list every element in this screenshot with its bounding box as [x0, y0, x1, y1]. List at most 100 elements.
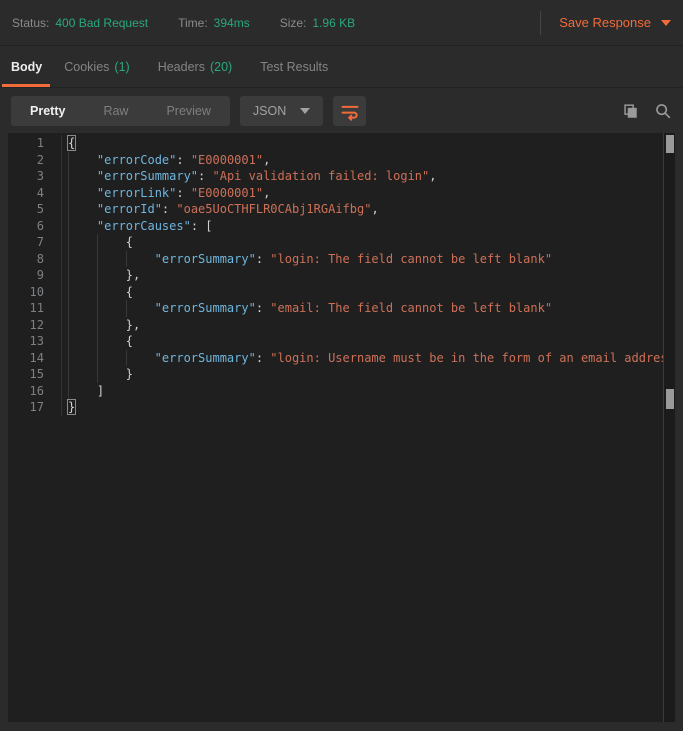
code-line: 2 "errorCode": "E0000001", — [8, 152, 675, 169]
tab-headers[interactable]: Headers(20) — [144, 46, 246, 87]
indent-guide — [126, 300, 155, 317]
line-number: 11 — [8, 300, 62, 317]
json-string: "login: Username must be in the form of … — [270, 351, 675, 365]
indent-guide — [97, 317, 126, 334]
line-number: 14 — [8, 350, 62, 367]
line-number: 15 — [8, 366, 62, 383]
view-mode-switcher: PrettyRawPreview — [11, 96, 230, 126]
json-key: "errorSummary" — [97, 169, 198, 183]
time-value: 394ms — [214, 16, 250, 30]
code-line: 8"errorSummary": "login: The field canno… — [8, 251, 675, 268]
json-string: "Api validation failed: login" — [213, 169, 430, 183]
json-string: "E0000001" — [191, 153, 263, 167]
copy-icon[interactable] — [621, 102, 639, 120]
code-line-content: "errorSummary": "login: Username must be… — [62, 350, 675, 367]
line-number: 12 — [8, 317, 62, 334]
code-line-content: { — [62, 333, 133, 350]
code-line-content: "errorId": "oae5UoCTHFLR0CAbj1RGAifbg", — [62, 201, 379, 218]
language-select[interactable]: JSON — [240, 96, 323, 126]
indent-guide — [97, 366, 126, 383]
code-line: 10{ — [8, 284, 675, 301]
code-line-content: }, — [62, 267, 140, 284]
indent-guide — [68, 333, 97, 350]
code-line: 7{ — [8, 234, 675, 251]
code-line-content: "errorLink": "E0000001", — [62, 185, 270, 202]
tab-test-results[interactable]: Test Results — [246, 46, 342, 87]
code-line-content: "errorSummary": "email: The field cannot… — [62, 300, 552, 317]
vertical-divider — [540, 11, 541, 35]
editor-scrollbar[interactable] — [663, 133, 675, 722]
indent-guide — [68, 317, 97, 334]
overview-marker-bottom — [666, 389, 674, 409]
code-line-content: }, — [62, 317, 140, 334]
indent-guide — [97, 251, 126, 268]
view-mode-pretty[interactable]: Pretty — [11, 96, 84, 126]
code-line: 13{ — [8, 333, 675, 350]
indent-guide — [68, 300, 97, 317]
code-line-content: { — [62, 284, 133, 301]
json-punctuation: : — [256, 252, 270, 266]
code-editor[interactable]: 1{2"errorCode": "E0000001",3"errorSummar… — [8, 133, 675, 722]
status-group: Status: 400 Bad Request — [12, 16, 148, 30]
json-string: "E0000001" — [191, 186, 263, 200]
code-line: 4"errorLink": "E0000001", — [8, 185, 675, 202]
view-mode-raw[interactable]: Raw — [84, 96, 147, 126]
indent-guide — [68, 201, 97, 218]
json-punctuation: : — [198, 169, 212, 183]
json-punctuation: }, — [126, 268, 140, 282]
line-number: 5 — [8, 201, 62, 218]
view-mode-preview[interactable]: Preview — [147, 96, 229, 126]
json-key: "errorSummary" — [155, 301, 256, 315]
matched-bracket: } — [68, 400, 75, 414]
indent-guide — [97, 300, 126, 317]
line-number: 7 — [8, 234, 62, 251]
wrap-text-icon — [340, 101, 360, 121]
status-value: 400 Bad Request — [55, 16, 148, 30]
save-response-button[interactable]: Save Response — [559, 15, 671, 30]
tab-count-badge: (1) — [114, 60, 129, 74]
code-line-content: } — [62, 399, 75, 416]
code-line: 5"errorId": "oae5UoCTHFLR0CAbj1RGAifbg", — [8, 201, 675, 218]
json-punctuation: : — [176, 186, 190, 200]
code-line: 1{ — [8, 135, 675, 152]
tab-label: Body — [11, 60, 42, 74]
tab-cookies[interactable]: Cookies (1) — [50, 46, 143, 87]
size-group: Size: 1.96 KB — [280, 16, 355, 30]
line-number: 9 — [8, 267, 62, 284]
code-line-content: "errorSummary": "Api validation failed: … — [62, 168, 436, 185]
code-line-content: { — [62, 234, 133, 251]
indent-guide — [68, 234, 97, 251]
indent-guide — [68, 383, 97, 400]
json-punctuation: , — [263, 153, 270, 167]
time-group: Time: 394ms — [178, 16, 250, 30]
json-punctuation: , — [263, 186, 270, 200]
indent-guide — [68, 251, 97, 268]
indent-guide — [126, 251, 155, 268]
indent-guide — [68, 185, 97, 202]
indent-guide — [68, 152, 97, 169]
response-status-bar: Status: 400 Bad Request Time: 394ms Size… — [0, 0, 683, 46]
json-punctuation: : — [176, 153, 190, 167]
tab-label: Cookies — [64, 60, 109, 74]
line-number: 2 — [8, 152, 62, 169]
search-icon[interactable] — [654, 102, 672, 120]
json-punctuation: { — [126, 334, 133, 348]
json-key: "errorCauses" — [97, 219, 191, 233]
indent-guide — [97, 234, 126, 251]
code-line: 16] — [8, 383, 675, 400]
tab-count-badge: (20) — [210, 60, 232, 74]
chevron-down-icon — [300, 108, 310, 114]
line-number: 10 — [8, 284, 62, 301]
response-tabs: Body Cookies (1) Headers(20)Test Results — [0, 46, 683, 88]
indent-guide — [97, 350, 126, 367]
json-punctuation: ] — [97, 384, 104, 398]
json-string: "email: The field cannot be left blank" — [270, 301, 552, 315]
line-number: 16 — [8, 383, 62, 400]
json-key: "errorCode" — [97, 153, 176, 167]
tab-body[interactable]: Body — [0, 46, 50, 87]
json-key: "errorLink" — [97, 186, 176, 200]
wrap-text-button[interactable] — [333, 96, 366, 126]
json-key: "errorSummary" — [155, 351, 256, 365]
code-line-content: { — [62, 135, 75, 152]
code-line-content: "errorSummary": "login: The field cannot… — [62, 251, 552, 268]
